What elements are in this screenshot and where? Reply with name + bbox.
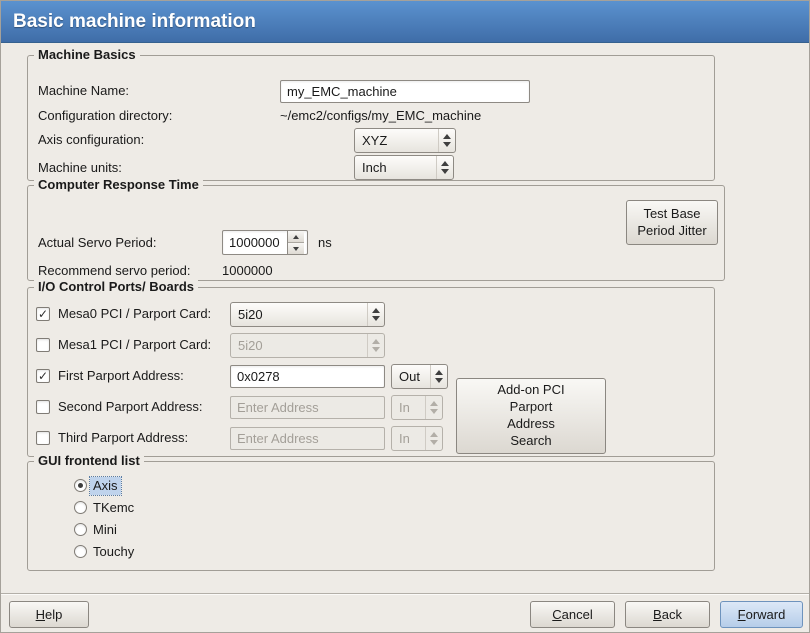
machine-units-combo[interactable]: Inch: [354, 155, 454, 180]
third-parport-address-input[interactable]: [230, 427, 385, 450]
io-ports-legend: I/O Control Ports/ Boards: [34, 279, 198, 294]
servo-period-unit: ns: [318, 235, 332, 251]
radio-axis-label[interactable]: Axis: [90, 477, 121, 495]
spin-down-icon[interactable]: [288, 243, 304, 254]
help-button[interactable]: Help: [9, 601, 89, 628]
back-button[interactable]: Back: [625, 601, 710, 628]
wizard-window: Basic machine information Machine Basics…: [0, 0, 810, 633]
mesa0-checkbox[interactable]: ✓: [36, 307, 50, 321]
check-icon: ✓: [38, 308, 48, 320]
response-time-legend: Computer Response Time: [34, 177, 203, 192]
spin-buttons: [287, 231, 304, 254]
radio-touchy[interactable]: [74, 545, 87, 558]
updown-arrow-icon: [367, 303, 384, 326]
addon-pci-parport-search-button[interactable]: Add-on PCI Parport Address Search: [456, 378, 606, 454]
machine-basics-frame: Machine Basics Machine Name: Configurati…: [27, 55, 715, 181]
page-title: Basic machine information: [13, 11, 256, 33]
machine-units-label: Machine units:: [38, 160, 122, 176]
mesa0-label: Mesa0 PCI / Parport Card:: [58, 306, 211, 322]
second-parport-label: Second Parport Address:: [58, 399, 203, 415]
first-parport-label: First Parport Address:: [58, 368, 184, 384]
servo-period-label: Actual Servo Period:: [38, 235, 157, 251]
updown-arrow-icon: [367, 334, 384, 357]
axis-config-value: XYZ: [362, 133, 438, 148]
first-parport-dir-combo[interactable]: Out: [391, 364, 448, 389]
config-dir-label: Configuration directory:: [38, 108, 172, 124]
forward-button[interactable]: Forward: [720, 601, 803, 628]
footer-separator: [1, 593, 809, 595]
second-parport-address-input[interactable]: [230, 396, 385, 419]
radio-tkemc[interactable]: [74, 501, 87, 514]
mesa1-label: Mesa1 PCI / Parport Card:: [58, 337, 211, 353]
machine-name-input[interactable]: [280, 80, 530, 103]
io-ports-frame: I/O Control Ports/ Boards ✓ Mesa0 PCI / …: [27, 287, 715, 457]
response-time-frame: Computer Response Time Actual Servo Peri…: [27, 185, 725, 281]
mesa0-card-combo[interactable]: 5i20: [230, 302, 385, 327]
gui-frontend-frame: GUI frontend list Axis TKemc Mini Touchy: [27, 461, 715, 571]
machine-units-value: Inch: [362, 160, 436, 175]
updown-arrow-icon: [438, 129, 455, 152]
spin-up-icon[interactable]: [288, 231, 304, 243]
third-parport-checkbox[interactable]: ✓: [36, 431, 50, 445]
third-parport-label: Third Parport Address:: [58, 430, 188, 446]
cancel-button[interactable]: Cancel: [530, 601, 615, 628]
servo-period-spinbox[interactable]: [222, 230, 308, 255]
machine-basics-legend: Machine Basics: [34, 47, 140, 62]
test-base-period-jitter-button[interactable]: Test Base Period Jitter: [626, 200, 718, 245]
axis-config-combo[interactable]: XYZ: [354, 128, 456, 153]
updown-arrow-icon: [436, 156, 453, 179]
config-dir-value: ~/emc2/configs/my_EMC_machine: [280, 108, 481, 124]
updown-arrow-icon: [425, 427, 442, 450]
updown-arrow-icon: [430, 365, 447, 388]
third-parport-dir-combo[interactable]: In: [391, 426, 443, 451]
radio-mini-label[interactable]: Mini: [90, 521, 120, 539]
radio-tkemc-label[interactable]: TKemc: [90, 499, 137, 517]
axis-config-label: Axis configuration:: [38, 132, 144, 148]
radio-mini[interactable]: [74, 523, 87, 536]
first-parport-checkbox[interactable]: ✓: [36, 369, 50, 383]
machine-name-label: Machine Name:: [38, 83, 129, 99]
page-header: Basic machine information: [1, 1, 809, 43]
first-parport-address-input[interactable]: [230, 365, 385, 388]
recommend-period-label: Recommend servo period:: [38, 263, 190, 279]
second-parport-dir-combo[interactable]: In: [391, 395, 443, 420]
mesa1-checkbox[interactable]: ✓: [36, 338, 50, 352]
radio-axis[interactable]: [74, 479, 87, 492]
updown-arrow-icon: [425, 396, 442, 419]
mesa1-card-combo[interactable]: 5i20: [230, 333, 385, 358]
radio-touchy-label[interactable]: Touchy: [90, 543, 137, 561]
check-icon: ✓: [38, 370, 48, 382]
second-parport-checkbox[interactable]: ✓: [36, 400, 50, 414]
gui-frontend-legend: GUI frontend list: [34, 453, 144, 468]
servo-period-input[interactable]: [223, 231, 287, 254]
recommend-period-value: 1000000: [222, 263, 273, 279]
